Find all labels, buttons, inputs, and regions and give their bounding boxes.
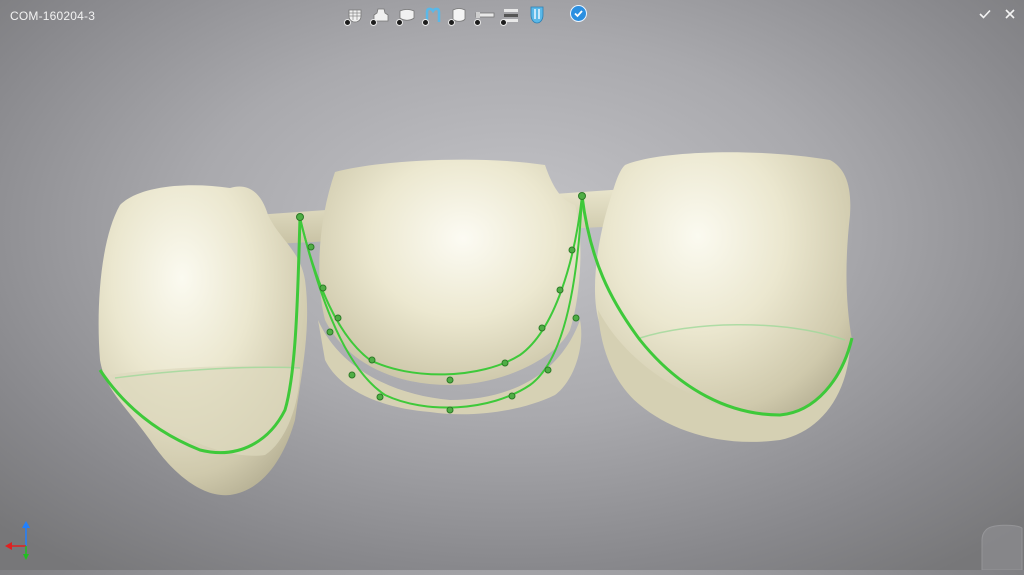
window-title: COM-160204-3 — [10, 9, 96, 23]
close-icon — [1005, 9, 1015, 19]
tool-badge — [474, 19, 481, 26]
tool-badge — [344, 19, 351, 26]
sliders-tool[interactable] — [500, 4, 522, 26]
confirm-step-button[interactable] — [570, 5, 587, 22]
dental-model[interactable] — [0, 0, 1024, 570]
checkmark-circle-icon — [574, 10, 583, 18]
close-button[interactable] — [1001, 5, 1019, 23]
margin-line-tool[interactable] — [422, 4, 444, 26]
tooth-middle — [319, 159, 581, 385]
tooth-edit-tool[interactable] — [526, 4, 548, 26]
axis-gizmo — [5, 521, 30, 560]
tool-badge — [370, 19, 377, 26]
tooth-grid-tool[interactable] — [344, 4, 366, 26]
tool-badge — [396, 19, 403, 26]
view-cube[interactable] — [976, 520, 1024, 570]
tooth-single-tool[interactable] — [370, 4, 392, 26]
accept-button[interactable] — [976, 5, 994, 23]
tool-badge — [448, 19, 455, 26]
checkmark-icon — [979, 9, 991, 19]
tooth-edit-icon — [530, 6, 544, 24]
crown-full-tool[interactable] — [448, 4, 470, 26]
connector-tool[interactable] — [474, 4, 496, 26]
tool-badge — [422, 19, 429, 26]
tool-badge — [500, 19, 507, 26]
workflow-toolbar — [344, 3, 548, 27]
crown-shell-tool[interactable] — [396, 4, 418, 26]
3d-viewport[interactable] — [0, 0, 1024, 570]
tooth-left — [98, 185, 308, 496]
